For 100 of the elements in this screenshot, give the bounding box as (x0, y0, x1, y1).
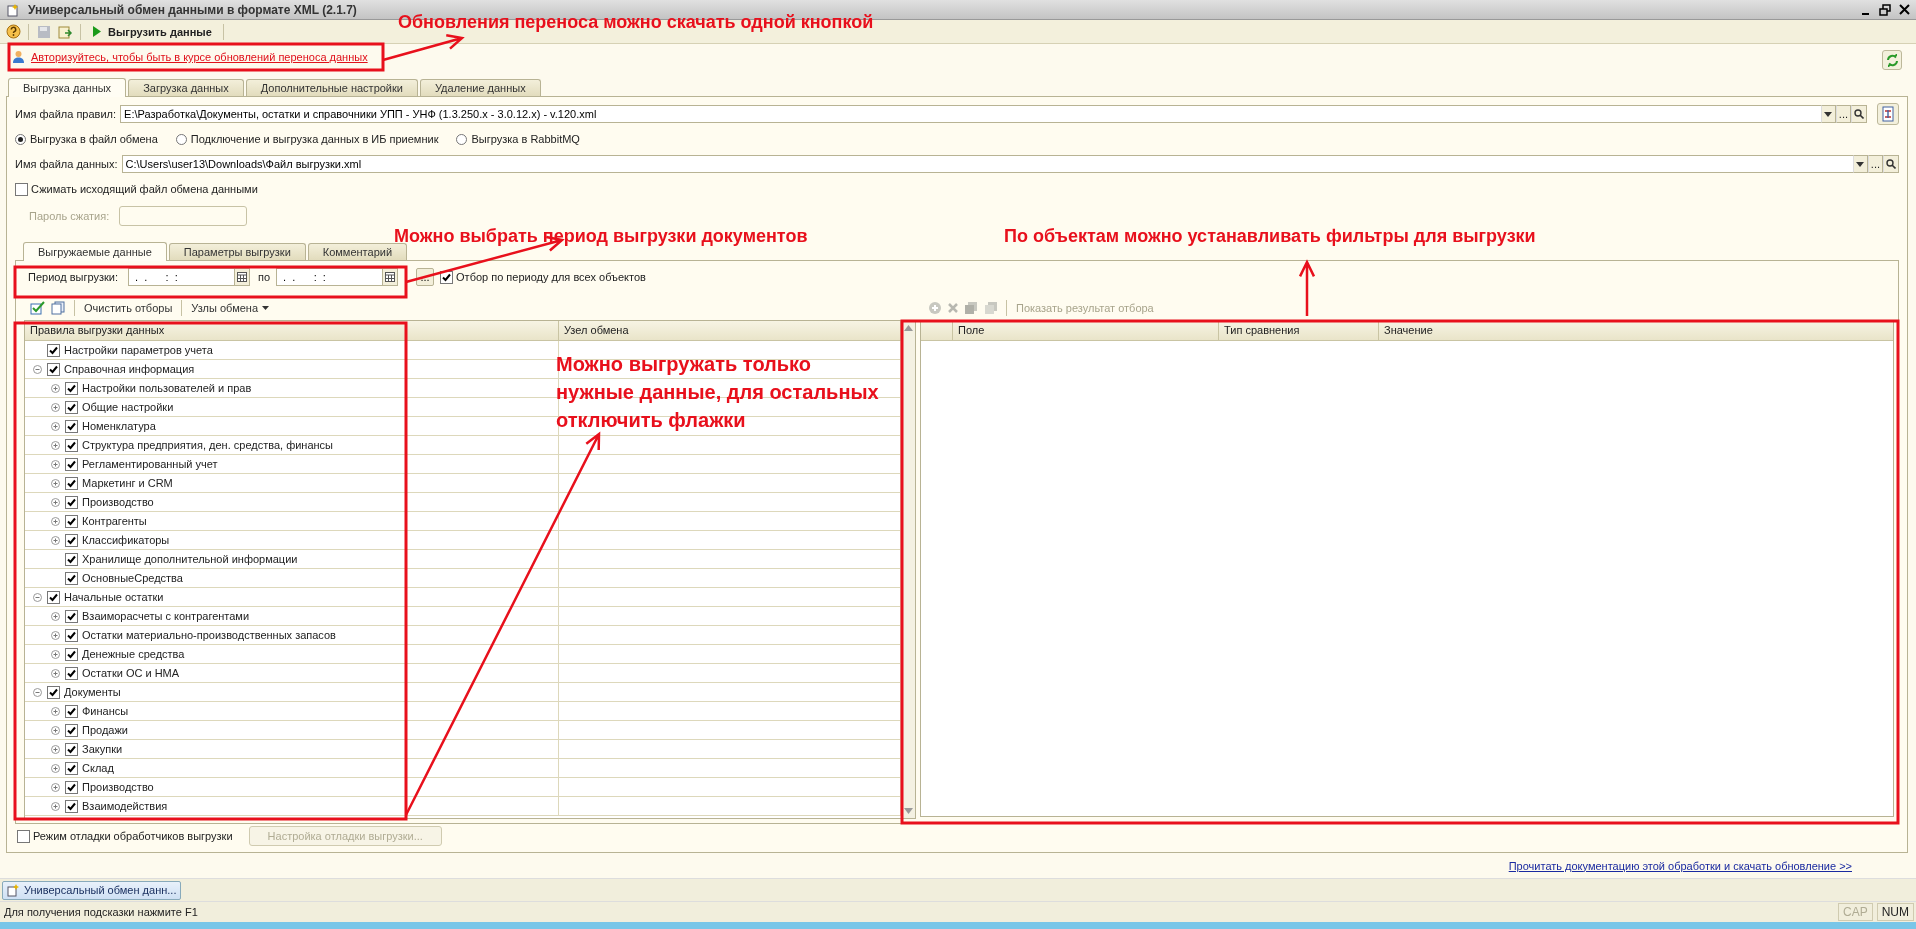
password-field[interactable] (119, 206, 248, 226)
search-button[interactable] (1851, 105, 1867, 123)
checkbox[interactable] (65, 438, 78, 452)
tab[interactable]: Дополнительные настройки (245, 79, 418, 96)
tab[interactable]: Параметры выгрузки (168, 243, 306, 260)
tree-item-label[interactable]: Документы (64, 686, 121, 698)
copy-icon[interactable] (51, 301, 67, 315)
checkbox[interactable] (47, 343, 60, 357)
tab[interactable]: Выгрузка данных (8, 78, 127, 97)
tree-item-label[interactable]: Взаимодействия (82, 800, 168, 812)
expand-icon[interactable] (51, 725, 60, 735)
expand-icon[interactable] (51, 763, 60, 773)
expand-icon[interactable] (51, 459, 60, 469)
tree-item-label[interactable]: Остатки ОС и НМА (82, 667, 180, 679)
tree-item-label[interactable]: Остатки материально-производственных запасов (82, 629, 336, 641)
scroll-down-icon[interactable] (904, 808, 913, 814)
tree-item-label[interactable]: Настройки параметров учета (64, 344, 213, 356)
checkbox[interactable] (47, 685, 60, 699)
help-icon[interactable] (6, 24, 21, 39)
checkbox[interactable] (65, 647, 78, 661)
tree-item-label[interactable]: Склад (82, 762, 114, 774)
checkbox[interactable] (65, 609, 78, 623)
refresh-button[interactable] (1882, 50, 1902, 70)
taskbar-button[interactable]: Универсальный обмен данн... (2, 880, 182, 900)
search-button[interactable] (1883, 155, 1899, 173)
column-header[interactable]: Тип сравнения (1219, 321, 1379, 340)
tree-item-label[interactable]: Классификаторы (82, 534, 170, 546)
checkbox[interactable] (65, 628, 78, 642)
expand-icon[interactable] (51, 668, 60, 678)
collapse-icon[interactable] (33, 364, 42, 374)
expand-icon[interactable] (51, 801, 60, 811)
checkbox[interactable] (65, 533, 78, 547)
column-header[interactable]: Значение (1379, 321, 1893, 340)
expand-icon[interactable] (51, 630, 60, 640)
data-file-field[interactable]: C:\Users\user13\Downloads\Файл выгрузки.xml (121, 155, 1853, 173)
expand-icon[interactable] (51, 421, 60, 431)
expand-icon[interactable] (51, 478, 60, 488)
tree-item-label[interactable]: Продажи (82, 724, 128, 736)
expand-icon[interactable] (51, 383, 60, 393)
restore-icon[interactable] (1879, 3, 1891, 16)
tree-item-label[interactable]: Контрагенты (82, 515, 147, 527)
rules-file-field[interactable]: E:\Разработка\Документы, остатки и справочники УПП - УНФ (1.3.250.x - 3.0.12.x) - v.120.xml (120, 105, 1821, 123)
checkbox[interactable] (65, 571, 78, 585)
expand-icon[interactable] (51, 706, 60, 716)
collapse-icon[interactable] (33, 687, 42, 697)
export-icon[interactable] (57, 23, 73, 40)
collapse-icon[interactable] (33, 592, 42, 602)
checkbox[interactable] (65, 457, 78, 471)
tree-item-label[interactable]: Номенклатура (82, 420, 156, 432)
tree-item-label[interactable]: Производство (82, 496, 154, 508)
tree-item-label[interactable]: Финансы (82, 705, 129, 717)
radio-option[interactable]: Выгрузка в файл обмена (15, 133, 158, 145)
checkbox[interactable] (65, 419, 78, 433)
tab[interactable]: Загрузка данных (128, 79, 244, 96)
radio-option[interactable]: Подключение и выгрузка данных в ИБ приемник (175, 133, 439, 145)
expand-icon[interactable] (51, 402, 60, 412)
expand-icon[interactable] (51, 782, 60, 792)
checkbox[interactable] (15, 182, 28, 196)
checkbox[interactable] (65, 552, 78, 566)
tree-item-label[interactable]: ОсновныеСредства (82, 572, 183, 584)
tree-item-label[interactable]: Маркетинг и CRM (82, 477, 173, 489)
tree-item-label[interactable]: Начальные остатки (64, 591, 164, 603)
scroll-up-icon[interactable] (904, 325, 913, 331)
tree-item-label[interactable]: Справочная информация (64, 363, 195, 375)
tree-item-label[interactable]: Взаиморасчеты с контрагентами (82, 610, 250, 622)
checkbox[interactable] (65, 495, 78, 509)
check-all-icon[interactable] (30, 301, 46, 315)
tree-item-label[interactable]: Производство (82, 781, 154, 793)
checkbox[interactable] (65, 799, 78, 813)
expand-icon[interactable] (51, 611, 60, 621)
tab[interactable]: Удаление данных (419, 79, 541, 96)
exchange-nodes-menu[interactable]: Узлы обмена (189, 302, 272, 314)
expand-icon[interactable] (51, 535, 60, 545)
tab[interactable]: Комментарий (307, 243, 408, 260)
expand-icon[interactable] (51, 440, 60, 450)
tree-item-label[interactable]: Денежные средства (82, 648, 185, 660)
radio-option[interactable]: Выгрузка в RabbitMQ (456, 133, 580, 145)
checkbox[interactable] (65, 514, 78, 528)
clear-filters-button[interactable]: Очистить отборы (82, 302, 175, 314)
checkbox[interactable] (65, 381, 78, 395)
checkbox[interactable] (65, 704, 78, 718)
tree-item-label[interactable]: Хранилище дополнительной информации (82, 553, 298, 565)
sync-button[interactable] (1877, 103, 1899, 125)
documentation-link[interactable]: Прочитать документацию этой обработки и скачать обновление >> (1508, 859, 1852, 872)
close-icon[interactable] (1899, 4, 1910, 15)
expand-icon[interactable] (51, 516, 60, 526)
tree-item-label[interactable]: Структура предприятия, ден. средства, финансы (82, 439, 334, 451)
tree-item-label[interactable]: Закупки (82, 743, 123, 755)
checkbox[interactable] (65, 742, 78, 756)
checkbox[interactable] (65, 723, 78, 737)
tree-item-label[interactable]: Настройки пользователей и прав (82, 382, 252, 394)
export-button[interactable]: Выгрузить данные (88, 23, 216, 40)
tab[interactable]: Выгружаемые данные (23, 242, 167, 261)
column-header[interactable]: Поле (953, 321, 1219, 340)
expand-icon[interactable] (51, 649, 60, 659)
checkbox[interactable] (47, 362, 60, 376)
authorize-link[interactable]: Авторизуйтесь, чтобы быть в курсе обновлений переноса данных (31, 51, 368, 63)
checkbox[interactable] (65, 761, 78, 775)
checkbox[interactable] (65, 476, 78, 490)
checkbox[interactable] (65, 400, 78, 414)
